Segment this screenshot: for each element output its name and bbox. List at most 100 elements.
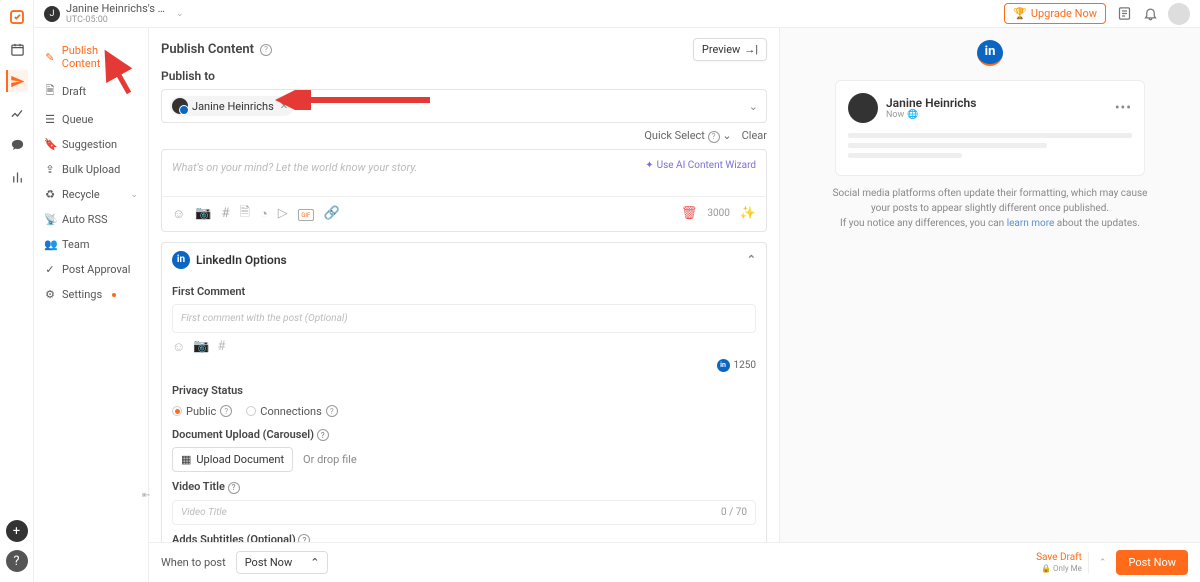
learn-more-link[interactable]: learn more <box>1007 218 1055 229</box>
preview-button[interactable]: Preview →| <box>693 38 767 61</box>
recycle-icon: ♻ <box>44 188 56 201</box>
left-rail: + ? <box>0 0 34 582</box>
preview-time: Now <box>886 110 904 120</box>
chevron-up-icon: ⌃ <box>747 253 756 266</box>
workspace-timezone: UTC-05:00 <box>66 15 166 25</box>
preview-pane: in Janine Heinrichs Now🌐 ••• Social medi… <box>779 28 1200 542</box>
info-icon[interactable]: ? <box>317 429 329 441</box>
media-icon[interactable]: ▷ <box>278 206 288 221</box>
bell-icon[interactable] <box>1142 6 1158 22</box>
preview-note: Social media platforms often update thei… <box>830 186 1150 231</box>
chevron-down-icon: ⌄ <box>749 100 758 113</box>
sidebar-item-publish-content[interactable]: ✎Publish Content <box>34 38 148 76</box>
analytics-icon[interactable] <box>6 102 28 124</box>
camera-icon[interactable]: 📷 <box>193 339 209 354</box>
publish-to-label: Publish to <box>149 69 779 89</box>
sidebar-item-settings[interactable]: ⚙Settings <box>34 282 148 307</box>
info-icon[interactable]: ? <box>228 482 240 494</box>
publish-icon[interactable] <box>6 70 28 92</box>
approval-icon: ✓ <box>44 263 56 276</box>
composer-placeholder: What's on your mind? Let the world know … <box>172 161 418 174</box>
upgrade-button[interactable]: 🏆 Upgrade Now <box>1004 3 1106 24</box>
chevron-down-icon: ⌄ <box>130 190 138 200</box>
user-avatar[interactable] <box>1168 3 1190 25</box>
magic-wand-icon[interactable]: ✨ <box>740 206 756 221</box>
preview-skeleton <box>848 133 1132 158</box>
hashtag-icon[interactable]: # <box>217 339 225 354</box>
first-comment-input[interactable]: First comment with the post (Optional) <box>172 304 756 333</box>
calendar-icon[interactable] <box>6 38 28 60</box>
preview-avatar <box>848 93 878 123</box>
hashtag-icon[interactable]: # <box>221 206 229 221</box>
drop-file-text: Or drop file <box>303 453 357 466</box>
privacy-connections-radio[interactable]: Connections ? <box>246 405 337 418</box>
save-draft-button[interactable]: Save Draft 🔒Only Me <box>1036 552 1089 574</box>
camera-icon[interactable]: 📷 <box>195 206 211 221</box>
video-title-counter: 0 / 70 <box>721 507 747 518</box>
sidebar-item-recycle[interactable]: ♻Recycle⌄ <box>34 182 148 207</box>
clock-icon[interactable]: ◔ <box>260 206 268 222</box>
quick-select-button[interactable]: Quick Select ? ⌄ <box>644 129 731 143</box>
sidebar-item-auto-rss[interactable]: 📡Auto RSS <box>34 207 148 232</box>
sidebar-item-queue[interactable]: ☰Queue <box>34 107 148 132</box>
first-comment-label: First Comment <box>172 285 756 298</box>
queue-icon: ☰ <box>44 113 56 126</box>
doc-upload-label: Document Upload (Carousel) ? <box>172 428 756 442</box>
when-to-post-label: When to post <box>161 556 226 569</box>
draft-icon: 🗎 <box>44 82 56 101</box>
emoji-icon[interactable]: ☺ <box>172 206 185 222</box>
preview-card: Janine Heinrichs Now🌐 ••• <box>835 80 1145 176</box>
sidebar-item-team[interactable]: 👥Team <box>34 232 148 257</box>
sidebar-item-bulk-upload[interactable]: ⇪Bulk Upload <box>34 157 148 182</box>
gear-icon: ⚙ <box>44 288 56 301</box>
char-counter: 3000 <box>707 208 729 219</box>
chevron-down-icon: ⌄ <box>722 129 731 142</box>
trash-icon[interactable]: 🗑 <box>681 206 698 221</box>
upload-document-button[interactable]: ▦Upload Document <box>172 447 293 472</box>
preview-name: Janine Heinrichs <box>886 96 976 110</box>
bookmark-icon: 🔖 <box>44 138 56 151</box>
sidebar: ✎Publish Content 🗎Draft ☰Queue 🔖Suggesti… <box>34 28 149 582</box>
rss-icon: 📡 <box>44 213 56 226</box>
linkedin-network-icon[interactable]: in <box>977 40 1003 66</box>
linkedin-options-toggle[interactable]: in LinkedIn Options ⌃ <box>162 243 766 277</box>
reports-icon[interactable] <box>6 166 28 188</box>
page-title: Publish Content <box>161 42 254 57</box>
help-icon[interactable]: ? <box>6 550 28 572</box>
workspace-selector[interactable]: J Janine Heinrichs's ... UTC-05:00 ⌄ <box>44 2 184 25</box>
notification-dot <box>112 293 116 297</box>
clear-button[interactable]: Clear <box>742 129 767 142</box>
info-icon: ? <box>326 405 338 417</box>
add-icon[interactable]: + <box>6 520 28 542</box>
video-title-input[interactable]: Video Title0 / 70 <box>172 500 756 525</box>
arrow-right-icon: →| <box>744 43 758 56</box>
composer-textarea[interactable]: What's on your mind? Let the world know … <box>162 150 766 196</box>
sidebar-item-post-approval[interactable]: ✓Post Approval <box>34 257 148 282</box>
profile-chip: Janine Heinrichs ✕ <box>170 96 294 116</box>
privacy-label: Privacy Status <box>172 384 756 397</box>
sidebar-item-suggestion[interactable]: 🔖Suggestion <box>34 132 148 157</box>
info-icon[interactable]: ? <box>260 44 272 56</box>
gif-button[interactable]: GIF <box>298 206 314 222</box>
link-icon[interactable]: 🔗 <box>324 206 340 221</box>
sidebar-item-draft[interactable]: 🗎Draft <box>34 76 148 107</box>
privacy-public-radio[interactable]: Public ? <box>172 405 232 418</box>
save-draft-chevron[interactable]: ⌃ <box>1099 558 1107 568</box>
chevron-up-icon: ⌃ <box>310 556 319 569</box>
video-title-label: Video Title ? <box>172 480 756 494</box>
post-now-button[interactable]: Post Now <box>1116 550 1188 575</box>
team-icon: 👥 <box>44 238 56 251</box>
emoji-icon[interactable]: ☺ <box>172 339 185 355</box>
inbox-icon[interactable] <box>6 134 28 156</box>
when-to-post-select[interactable]: Post Now⌃ <box>236 551 329 574</box>
linkedin-icon: in <box>717 359 730 372</box>
trophy-icon: 🏆 <box>1013 7 1027 20</box>
notes-icon[interactable] <box>1116 6 1132 22</box>
ai-wizard-button[interactable]: Use AI Content Wizard <box>645 160 756 171</box>
right-footer: Save Draft 🔒Only Me ⌃ Post Now <box>779 542 1200 582</box>
topbar: J Janine Heinrichs's ... UTC-05:00 ⌄ 🏆 U… <box>34 0 1200 28</box>
publish-to-selector[interactable]: Janine Heinrichs ✕ ⌄ <box>161 89 767 123</box>
remove-profile-icon[interactable]: ✕ <box>280 101 288 112</box>
more-icon[interactable]: ••• <box>1115 100 1132 116</box>
document-icon[interactable]: 🗎 <box>239 203 249 225</box>
